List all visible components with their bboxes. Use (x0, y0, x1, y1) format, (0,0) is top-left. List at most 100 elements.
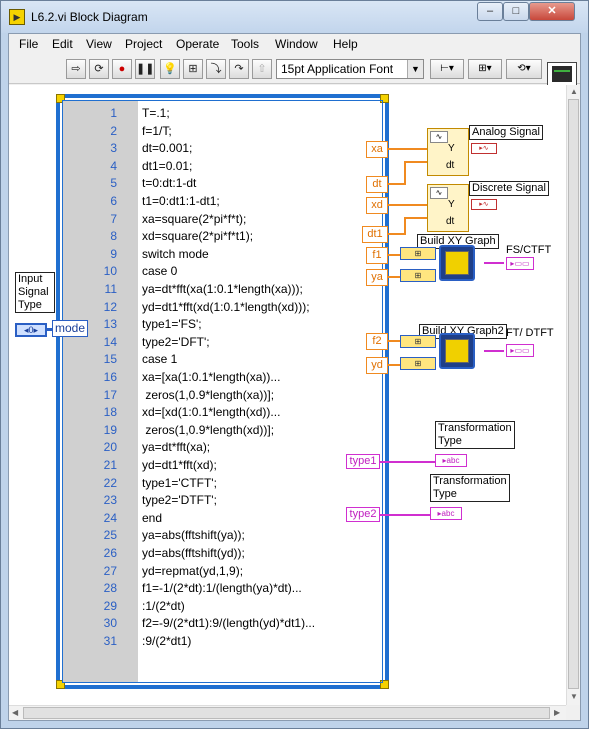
wire-dt1 (388, 233, 404, 235)
build-xy-graph2-express-vi[interactable] (439, 333, 475, 369)
close-button[interactable]: ✕ (529, 2, 575, 21)
abort-icon[interactable]: ● (112, 59, 132, 79)
code-line[interactable]: type1='CTFT'; (142, 476, 217, 490)
code-line[interactable]: :9/(2*dt1) (142, 634, 191, 648)
menu-file[interactable]: File (19, 37, 38, 51)
mathscript-editor[interactable]: 1 2 3 4 5 6 7 8 9 10 11 12 13 14 15 16 17 18 19 20 21 22 23 24 2… (62, 100, 383, 683)
line-number: 4 (110, 158, 117, 173)
analog-signal-indicator[interactable]: ▸∿ (471, 143, 497, 154)
scroll-left-icon[interactable]: ◀ (12, 708, 18, 717)
code-line[interactable]: zeros(1,0.9*length(xa))]; (142, 388, 274, 402)
code-line[interactable]: yd=repmat(yd,1,9); (142, 564, 243, 578)
output-terminal-type1[interactable]: type1 (346, 454, 380, 469)
block-diagram-canvas[interactable]: 1 2 3 4 5 6 7 8 9 10 11 12 13 14 15 16 17 18 19 20 21 22 23 24 2… (9, 85, 566, 705)
code-line[interactable]: f1=-1/(2*dt):1/(length(ya)*dt)... (142, 581, 302, 595)
code-line[interactable]: ya=abs(fftshift(ya)); (142, 528, 245, 542)
bundle-f2-node[interactable]: ⊞ (400, 335, 436, 348)
retain-wire-values-icon[interactable]: ⊞ (183, 59, 203, 79)
code-line[interactable]: yd=abs(fftshift(yd)); (142, 546, 245, 560)
bundle-ya-node[interactable]: ⊞ (400, 269, 436, 282)
code-line[interactable]: yd=dt1*fft(xd); (142, 458, 217, 472)
run-arrow-icon[interactable]: ⇨ (66, 59, 86, 79)
output-terminal-yd[interactable]: yd (366, 357, 388, 374)
code-line[interactable]: xd=square(2*pi*f*t1); (142, 229, 253, 243)
bundle-f1-node[interactable]: ⊞ (400, 247, 436, 260)
code-line[interactable]: type2='DTFT'; (142, 493, 217, 507)
mode-input-terminal[interactable]: mode (52, 320, 88, 337)
maximize-button[interactable]: □ (503, 2, 529, 21)
code-line[interactable]: end (142, 511, 162, 525)
code-line[interactable]: xa=square(2*pi*f*t); (142, 212, 246, 226)
align-objects-icon[interactable]: ⊢▾ (430, 59, 464, 79)
pause-icon[interactable]: ❚❚ (135, 59, 155, 79)
code-line[interactable]: f=1/T; (142, 124, 172, 138)
distribute-objects-icon[interactable]: ⊞▾ (468, 59, 502, 79)
waveform-icon: ∿ (430, 187, 448, 199)
code-line[interactable]: t1=0:dt1:1-dt1; (142, 194, 220, 208)
output-terminal-f2[interactable]: f2 (366, 333, 388, 350)
scroll-down-icon[interactable]: ▼ (570, 692, 578, 701)
scroll-up-icon[interactable]: ▲ (570, 87, 578, 96)
output-terminal-xd[interactable]: xd (366, 197, 388, 214)
labview-vi-icon: ▶ (9, 9, 25, 25)
menu-project[interactable]: Project (125, 37, 162, 51)
transformation-type-label-1: Transformation Type (435, 421, 515, 449)
code-line[interactable]: :1/(2*dt) (142, 599, 185, 613)
step-over-icon[interactable]: ↷ (229, 59, 249, 79)
vertical-scroll-thumb[interactable] (568, 99, 579, 689)
output-terminal-f1[interactable]: f1 (366, 247, 388, 264)
minimize-button[interactable]: – (477, 2, 503, 21)
build-xy-graph-express-vi[interactable] (439, 245, 475, 281)
mode-ring-control[interactable]: ◂0▸ (15, 323, 47, 337)
block-diagram-client: File Edit View Project Operate Tools Win… (8, 33, 581, 721)
menu-edit[interactable]: Edit (52, 37, 73, 51)
code-line[interactable]: case 1 (142, 352, 177, 366)
step-out-icon[interactable]: ⇧ (252, 59, 272, 79)
code-line[interactable]: dt=0.001; (142, 141, 192, 155)
build-waveform-discrete[interactable]: ∿ Y dt (427, 184, 469, 232)
code-line[interactable]: f2=-9/(2*dt1):9/(length(yd)*dt1)... (142, 616, 315, 630)
bundle-yd-node[interactable]: ⊞ (400, 357, 436, 370)
menu-view[interactable]: View (86, 37, 112, 51)
code-line[interactable]: yd=dt1*fft(xd(1:0.1*length(xd))); (142, 300, 310, 314)
output-terminal-xa[interactable]: xa (366, 141, 388, 158)
code-line[interactable]: t=0:dt:1-dt (142, 176, 196, 190)
menu-tools[interactable]: Tools (231, 37, 259, 51)
scroll-right-icon[interactable]: ▶ (554, 708, 560, 717)
discrete-signal-indicator[interactable]: ▸∿ (471, 199, 497, 210)
menu-operate[interactable]: Operate (176, 37, 219, 51)
output-terminal-ya[interactable]: ya (366, 269, 388, 286)
transformation-type-indicator-2[interactable]: ▸abc (430, 507, 462, 520)
output-terminal-dt[interactable]: dt (366, 176, 388, 193)
fs-ctft-graph-indicator[interactable]: ▸▭▭ (506, 257, 534, 270)
menu-help[interactable]: Help (333, 37, 358, 51)
title-bar[interactable]: ▶ L6.2.vi Block Diagram – □ ✕ (1, 1, 588, 33)
ft-dtft-graph-indicator[interactable]: ▸▭▭ (506, 344, 534, 357)
output-terminal-dt1[interactable]: dt1 (362, 226, 388, 243)
highlight-execution-icon[interactable]: 💡 (160, 59, 180, 79)
code-line[interactable]: xa=[xa(1:0.1*length(xa))... (142, 370, 280, 384)
code-line[interactable]: type2='DFT'; (142, 335, 210, 349)
code-line[interactable]: xd=[xd(1:0.1*length(xd))... (142, 405, 280, 419)
mathscript-node[interactable]: 1 2 3 4 5 6 7 8 9 10 11 12 13 14 15 16 17 18 19 20 21 22 23 24 2… (56, 94, 389, 689)
run-continuously-icon[interactable]: ⟳ (89, 59, 109, 79)
code-line[interactable]: switch mode (142, 247, 209, 261)
build-waveform-analog[interactable]: ∿ Y dt (427, 128, 469, 176)
code-line[interactable]: zeros(1,0.9*length(xd))]; (142, 423, 274, 437)
vertical-scrollbar[interactable]: ▲ ▼ (566, 85, 580, 705)
horizontal-scrollbar[interactable]: ◀ ▶ (9, 705, 566, 720)
code-line[interactable]: ya=dt*fft(xa); (142, 440, 210, 454)
font-select[interactable]: 15pt Application Font ▼ (276, 59, 424, 79)
menu-window[interactable]: Window (275, 37, 318, 51)
output-terminal-type2[interactable]: type2 (346, 507, 380, 522)
code-line[interactable]: T=.1; (142, 106, 170, 120)
code-line[interactable]: dt1=0.01; (142, 159, 192, 173)
reorder-icon[interactable]: ⟲▾ (506, 59, 542, 79)
horizontal-scroll-thumb[interactable] (23, 707, 550, 719)
window-title: L6.2.vi Block Diagram (31, 10, 148, 24)
code-line[interactable]: case 0 (142, 264, 177, 278)
transformation-type-indicator-1[interactable]: ▸abc (435, 454, 467, 467)
code-line[interactable]: ya=dt*fft(xa(1:0.1*length(xa))); (142, 282, 303, 296)
step-into-icon[interactable]: ⤵ (206, 59, 226, 79)
code-line[interactable]: type1='FS'; (142, 317, 202, 331)
